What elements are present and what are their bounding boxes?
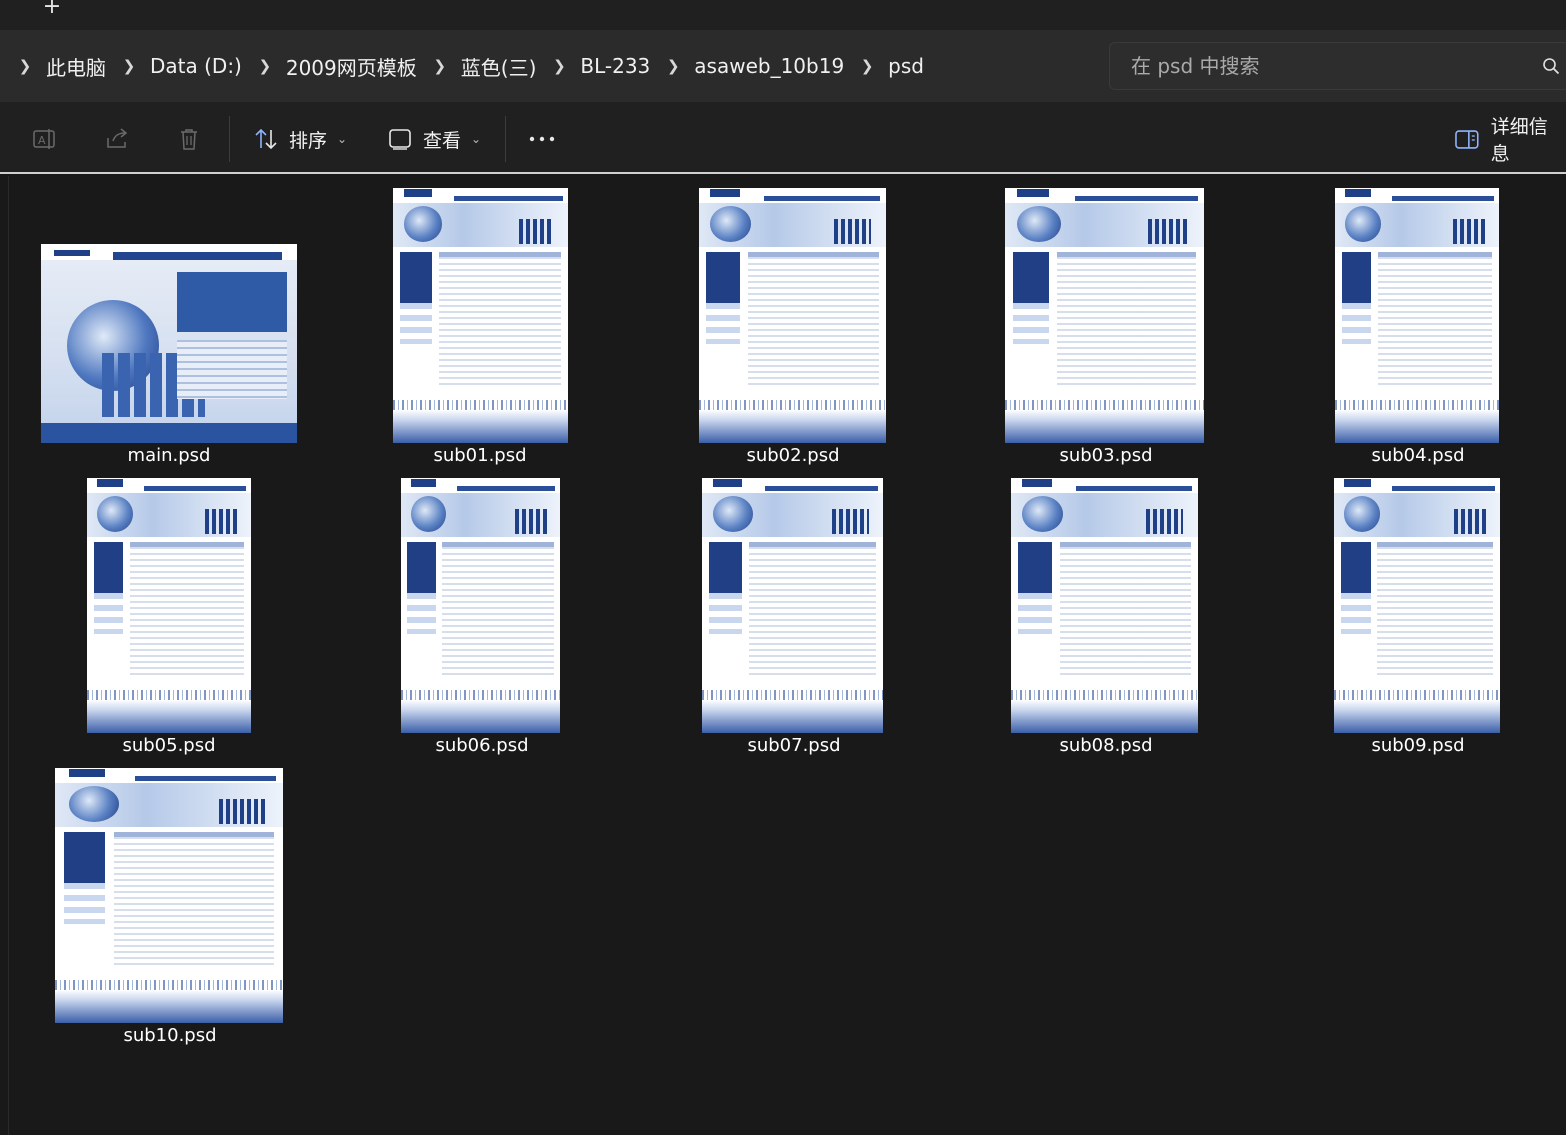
chevron-right-icon[interactable]: ❯ (548, 57, 570, 75)
breadcrumb-bl-233[interactable]: BL-233 (570, 54, 662, 78)
file-name: sub07.psd (747, 735, 841, 756)
file-name: sub03.psd (1059, 445, 1153, 466)
file-thumbnail (1335, 188, 1499, 443)
chevron-down-icon: ⌄ (337, 132, 348, 146)
search-icon[interactable] (1542, 57, 1560, 75)
search-box[interactable] (1109, 42, 1566, 90)
file-thumbnail (55, 768, 283, 1023)
chevron-right-icon[interactable]: ❯ (254, 57, 276, 75)
breadcrumb[interactable]: ❯ 此电脑 ❯ Data (D:) ❯ 2009网页模板 ❯ 蓝色(三) ❯ B… (0, 42, 1096, 90)
sort-button[interactable]: 排序 ⌄ (253, 122, 347, 156)
file-thumbnail (1011, 478, 1198, 733)
breadcrumb-data-drive[interactable]: Data (D:) (140, 54, 254, 78)
chevron-right-icon[interactable]: ❯ (662, 57, 684, 75)
file-name: main.psd (127, 445, 211, 466)
chevron-right-icon[interactable]: ❯ (118, 57, 140, 75)
file-thumbnail (702, 478, 883, 733)
file-thumbnail (1005, 188, 1204, 443)
details-pane-icon (1455, 130, 1479, 149)
file-thumbnail (699, 188, 886, 443)
svg-text:A: A (38, 134, 46, 147)
breadcrumb-blue-3[interactable]: 蓝色(三) (451, 52, 549, 81)
file-name: sub01.psd (433, 445, 527, 466)
chevron-right-icon[interactable]: ❯ (429, 57, 451, 75)
file-name: sub04.psd (1371, 445, 1465, 466)
file-thumbnail (1334, 478, 1500, 733)
details-label: 详细信息 (1490, 116, 1548, 165)
file-name: sub08.psd (1059, 735, 1153, 756)
breadcrumb-psd[interactable]: psd (878, 54, 936, 78)
more-icon[interactable] (527, 126, 557, 152)
new-tab-icon[interactable]: + (38, 0, 66, 18)
command-bar: A 排序 ⌄ 查看 ⌄ 详细信息 (0, 102, 1566, 174)
file-thumbnail (41, 244, 297, 443)
file-thumbnail (393, 188, 568, 443)
file-name: sub06.psd (435, 735, 529, 756)
chevron-down-icon: ⌄ (471, 132, 482, 146)
file-name: sub05.psd (122, 735, 216, 756)
sort-label: 排序 (289, 129, 328, 152)
file-name: sub02.psd (746, 445, 840, 466)
toolbar-divider (229, 116, 230, 162)
details-pane-button[interactable]: 详细信息 (1453, 116, 1566, 165)
tab-strip: + (0, 0, 1566, 30)
file-grid: main.psd sub01.psd sub02.psd sub03.psd s… (0, 176, 1566, 1135)
view-button[interactable]: 查看 ⌄ (387, 122, 481, 156)
nav-pane-divider (8, 176, 9, 1135)
file-name: sub10.psd (123, 1025, 217, 1046)
file-thumbnail (87, 478, 251, 733)
address-row: ❯ 此电脑 ❯ Data (D:) ❯ 2009网页模板 ❯ 蓝色(三) ❯ B… (0, 30, 1566, 102)
search-input[interactable] (1110, 43, 1530, 89)
breadcrumb-asaweb[interactable]: asaweb_10b19 (684, 54, 856, 78)
rename-icon[interactable]: A (32, 126, 58, 152)
breadcrumb-templates-2009[interactable]: 2009网页模板 (276, 52, 429, 81)
file-thumbnail (401, 478, 560, 733)
chevron-right-icon[interactable]: ❯ (856, 57, 878, 75)
chevron-right-icon[interactable]: ❯ (14, 57, 36, 75)
file-name: sub09.psd (1371, 735, 1465, 756)
sort-icon (255, 128, 277, 150)
toolbar-divider (505, 116, 506, 162)
view-icon (389, 129, 411, 150)
breadcrumb-this-pc[interactable]: 此电脑 (36, 52, 118, 81)
delete-icon[interactable] (176, 126, 202, 152)
view-label: 查看 (423, 129, 462, 152)
share-icon[interactable] (104, 126, 130, 152)
